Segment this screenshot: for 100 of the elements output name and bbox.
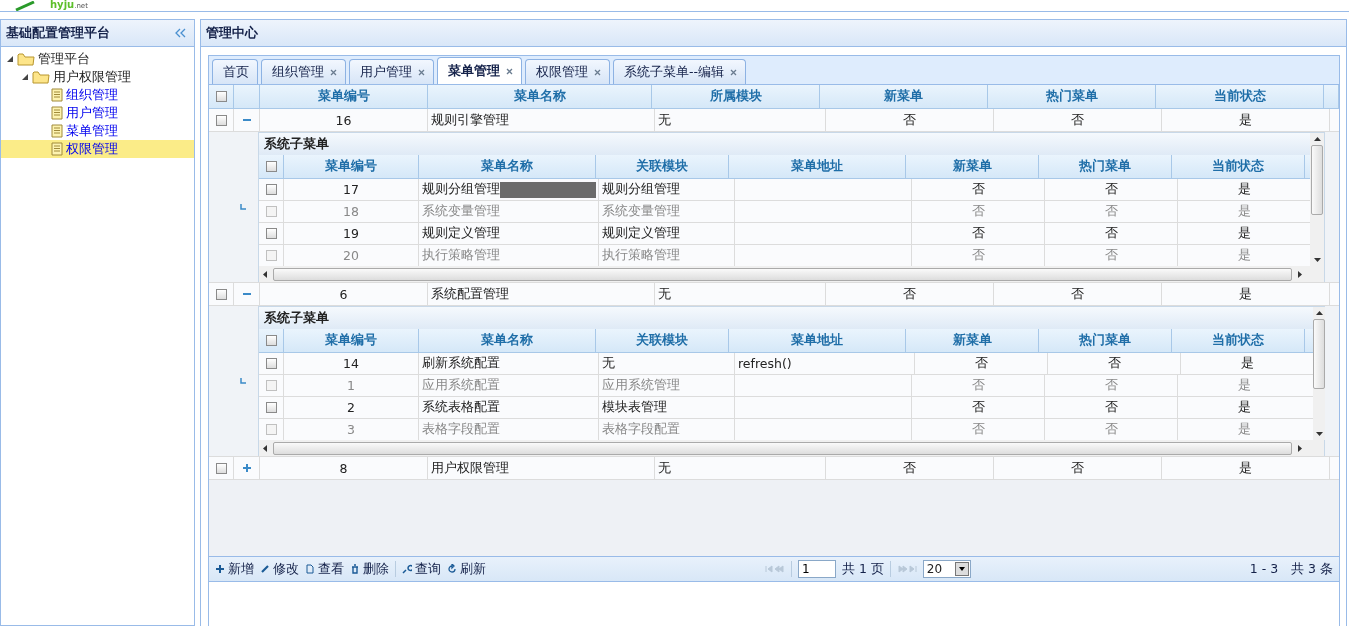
tab[interactable]: 权限管理 xyxy=(525,59,610,84)
column-header[interactable]: 新菜单 xyxy=(820,85,988,108)
column-header[interactable]: 菜单地址 xyxy=(729,329,906,352)
column-header[interactable]: 当前状态 xyxy=(1156,85,1324,108)
arrow-down-icon[interactable] xyxy=(1313,258,1321,262)
arrow-left-icon[interactable] xyxy=(263,270,267,278)
folder-icon xyxy=(32,70,50,84)
tab[interactable]: 首页 xyxy=(212,59,258,84)
page-input[interactable]: 1 xyxy=(797,560,836,578)
column-header[interactable]: 菜单编号 xyxy=(284,155,419,178)
column-header[interactable]: 菜单名称 xyxy=(428,85,652,108)
scroll-thumb[interactable] xyxy=(273,267,1292,281)
column-header[interactable]: 当前状态 xyxy=(1172,329,1305,352)
tab[interactable]: 组织管理 xyxy=(261,59,346,84)
column-header[interactable]: 菜单名称 xyxy=(419,329,596,352)
tree-item[interactable]: 用户权限管理 xyxy=(1,68,194,86)
tree-label: 菜单管理 xyxy=(66,122,118,140)
scroll-thumb[interactable] xyxy=(1313,319,1325,389)
table-row[interactable]: 8 用户权限管理 无 否 否 是 xyxy=(209,457,1339,480)
table-cell: 否 xyxy=(1045,397,1178,418)
horizontal-scrollbar[interactable] xyxy=(259,266,1324,282)
table-row[interactable]: 19 规则定义管理 规则定义管理 否 否 是 xyxy=(259,223,1310,245)
tree-item[interactable]: 组织管理 xyxy=(1,86,194,104)
column-header[interactable]: 关联模块 xyxy=(596,329,729,352)
dropdown-icon[interactable] xyxy=(954,562,969,576)
checkbox[interactable] xyxy=(265,184,277,195)
checkbox[interactable] xyxy=(265,161,277,172)
expand-icon[interactable] xyxy=(6,55,14,63)
checkbox[interactable] xyxy=(265,335,277,346)
sidebar-title: 基础配置管理平台 xyxy=(6,24,110,42)
column-header[interactable]: 当前状态 xyxy=(1172,155,1305,178)
column-header[interactable]: 菜单编号 xyxy=(284,329,419,352)
column-header[interactable]: 热门菜单 xyxy=(1039,329,1172,352)
column-header[interactable]: 新菜单 xyxy=(906,329,1039,352)
table-cell: 否 xyxy=(1045,201,1178,222)
arrow-right-icon[interactable] xyxy=(1298,444,1302,452)
tree-item[interactable]: 管理平台 xyxy=(1,50,194,68)
horizontal-scrollbar[interactable] xyxy=(259,440,1324,456)
checkbox[interactable] xyxy=(265,228,277,239)
vertical-scrollbar[interactable] xyxy=(1313,307,1325,440)
column-header[interactable]: 关联模块 xyxy=(596,155,729,178)
scroll-thumb[interactable] xyxy=(1311,145,1323,215)
tree-label: 用户管理 xyxy=(66,104,118,122)
checkbox[interactable] xyxy=(265,402,277,413)
arrow-down-icon[interactable] xyxy=(1315,432,1323,436)
tree-item[interactable]: 用户管理 xyxy=(1,104,194,122)
cell-editor[interactable] xyxy=(500,181,596,198)
table-cell: 否 xyxy=(1048,353,1181,374)
column-header[interactable]: 菜单编号 xyxy=(260,85,428,108)
scroll-thumb[interactable] xyxy=(273,441,1292,455)
toolbar-button[interactable]: 新增 xyxy=(215,560,254,578)
column-header[interactable]: 菜单地址 xyxy=(729,155,906,178)
table-row[interactable]: 6 系统配置管理 无 否 否 是 xyxy=(209,283,1339,306)
column-header[interactable]: 热门菜单 xyxy=(1039,155,1172,178)
arrow-up-icon[interactable] xyxy=(1315,311,1323,315)
checkbox[interactable] xyxy=(265,358,277,369)
column-header[interactable]: 热门菜单 xyxy=(988,85,1156,108)
close-icon[interactable] xyxy=(330,68,337,76)
toolbar-button[interactable]: 删除 xyxy=(350,560,389,578)
table-cell: 无 xyxy=(655,457,826,479)
tab[interactable]: 系统子菜单--编辑 xyxy=(613,59,747,84)
toolbar-button[interactable]: 查看 xyxy=(305,560,344,578)
page-size-select[interactable]: 20 xyxy=(922,560,971,578)
table-cell: 19 xyxy=(284,223,419,244)
arrow-right-icon[interactable] xyxy=(1298,270,1302,278)
table-row[interactable]: 14 刷新系统配置 无 refresh() 否 否 是 xyxy=(259,353,1313,375)
table-cell: 14 xyxy=(284,353,419,374)
checkbox[interactable] xyxy=(215,91,227,102)
table-row[interactable]: 17 规则分组管理 规则分组管理 否 否 是 xyxy=(259,179,1310,201)
column-header[interactable]: 新菜单 xyxy=(906,155,1039,178)
toolbar-button[interactable]: 刷新 xyxy=(447,560,486,578)
document-icon xyxy=(51,88,63,102)
tree-item[interactable]: 权限管理 xyxy=(1,140,194,158)
tab[interactable]: 菜单管理 xyxy=(437,57,522,84)
table-cell: 规则引擎管理 xyxy=(428,109,655,131)
toolbar-button[interactable]: 修改 xyxy=(260,560,299,578)
table-row[interactable]: 2 系统表格配置 模块表管理 否 否 是 xyxy=(259,397,1313,419)
expand-icon[interactable] xyxy=(21,73,29,81)
subgrid-title: 系统子菜单 xyxy=(264,135,329,153)
close-icon[interactable] xyxy=(730,68,738,76)
checkbox[interactable] xyxy=(215,114,227,126)
table-cell: 否 xyxy=(826,109,994,131)
tree-item[interactable]: 菜单管理 xyxy=(1,122,194,140)
close-icon[interactable] xyxy=(594,68,601,76)
toolbar-button[interactable]: 查询 xyxy=(402,560,441,578)
column-header[interactable]: 菜单名称 xyxy=(419,155,596,178)
checkbox[interactable] xyxy=(215,462,227,474)
table-cell-text: 是 xyxy=(1236,202,1252,220)
table-row[interactable]: 16 规则引擎管理 无 否 否 是 xyxy=(209,109,1339,132)
column-header[interactable]: 所属模块 xyxy=(652,85,820,108)
table-cell: 是 xyxy=(1162,457,1330,479)
tab[interactable]: 用户管理 xyxy=(349,59,434,84)
arrow-up-icon[interactable] xyxy=(1313,137,1321,141)
checkbox[interactable] xyxy=(215,288,227,300)
collapse-icon[interactable] xyxy=(175,28,187,38)
arrow-left-icon[interactable] xyxy=(263,444,267,452)
close-icon[interactable] xyxy=(418,68,425,76)
close-icon[interactable] xyxy=(506,67,513,75)
vertical-scrollbar[interactable] xyxy=(1310,133,1324,266)
table-cell: 无 xyxy=(599,353,735,374)
